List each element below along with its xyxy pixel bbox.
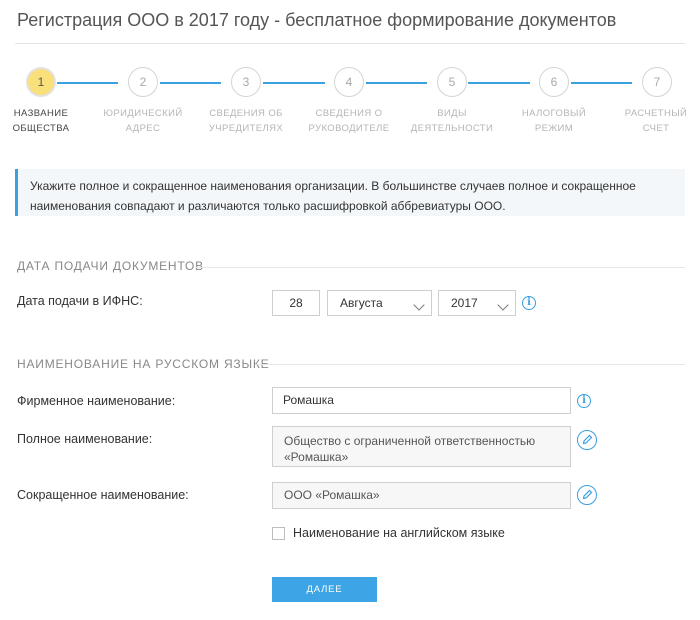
step-6-circle[interactable]: 6 [539, 67, 569, 97]
pencil-icon[interactable] [577, 430, 597, 450]
step-5-circle[interactable]: 5 [437, 67, 467, 97]
step-connector [571, 82, 632, 84]
section-divider [195, 267, 685, 268]
day-input[interactable]: 28 [272, 290, 320, 316]
info-icon[interactable]: i [577, 394, 591, 408]
step-label-line: режим [534, 123, 574, 134]
step-3-label[interactable]: Сведения об учредителях [198, 106, 294, 136]
brand-name-label: Фирменное наименование: [17, 394, 176, 408]
short-name-label: Сокращенное наименование: [17, 488, 189, 502]
filing-date-label: Дата подачи в ИФНС: [17, 294, 143, 308]
month-select-value: Августа [340, 296, 383, 310]
chevron-down-icon [497, 299, 509, 311]
pencil-icon[interactable] [577, 485, 597, 505]
step-label-line: Сведения об [209, 108, 283, 119]
month-select[interactable]: Августа [327, 290, 432, 316]
step-label-line: адрес [125, 123, 161, 134]
info-icon[interactable]: i [522, 296, 536, 310]
step-label-line: Название [13, 108, 69, 119]
step-label-line: Расчетный [624, 108, 688, 119]
step-4-circle[interactable]: 4 [334, 67, 364, 97]
section-divider [255, 364, 685, 365]
step-connector [160, 82, 221, 84]
info-notice: Укажите полное и сокращенное наименовани… [15, 169, 685, 216]
step-label-line: Сведения о [315, 108, 383, 119]
step-7-circle[interactable]: 7 [642, 67, 672, 97]
progress-steps: 1 2 3 4 5 6 7 Название общества Юридическ… [0, 66, 700, 136]
english-name-checkbox-label[interactable]: Наименование на английском языке [293, 526, 505, 540]
full-name-field[interactable]: Общество с ограниченной ответственностью… [272, 426, 571, 467]
step-connector [366, 82, 427, 84]
step-1-label[interactable]: Название общества [0, 106, 89, 136]
step-connector [468, 82, 530, 84]
step-1-circle[interactable]: 1 [26, 67, 56, 97]
short-name-field[interactable]: ООО «Ромашка» [272, 482, 571, 509]
step-4-label[interactable]: Сведения о руководителе [301, 106, 397, 136]
step-label-line: Юридический [103, 108, 183, 119]
full-name-line: Общество с ограниченной ответственностью [284, 434, 536, 448]
step-label-line: учредителях [208, 123, 284, 134]
step-label-line: Виды [437, 108, 467, 119]
english-name-checkbox[interactable] [272, 527, 285, 540]
step-5-label[interactable]: Виды деятельности [404, 106, 500, 136]
step-7-label[interactable]: Расчетный счет [608, 106, 700, 136]
step-connector [57, 82, 118, 84]
step-label-line: руководителе [308, 123, 390, 134]
year-select-value: 2017 [451, 296, 478, 310]
step-label-line: Налоговый [521, 108, 587, 119]
brand-name-input[interactable]: Ромашка [272, 387, 571, 414]
step-2-circle[interactable]: 2 [128, 67, 158, 97]
step-label-line: деятельности [410, 123, 494, 134]
step-3-circle[interactable]: 3 [231, 67, 261, 97]
section-heading-date: Дата подачи документов [17, 259, 204, 273]
year-select[interactable]: 2017 [438, 290, 516, 316]
step-connector [263, 82, 325, 84]
chevron-down-icon [413, 299, 425, 311]
page-title: Регистрация ООО в 2017 году - бесплатное… [17, 10, 617, 30]
title-divider [15, 43, 685, 44]
step-6-label[interactable]: Налоговый режим [506, 106, 602, 136]
step-2-label[interactable]: Юридический адрес [95, 106, 191, 136]
next-button[interactable]: ДАЛЕЕ [272, 577, 377, 602]
full-name-label: Полное наименование: [17, 432, 153, 446]
full-name-line: «Ромашка» [284, 450, 349, 464]
section-heading-name: Наименование на русском языке [17, 357, 270, 371]
step-label-line: счет [642, 123, 670, 134]
step-label-line: общества [12, 123, 70, 134]
